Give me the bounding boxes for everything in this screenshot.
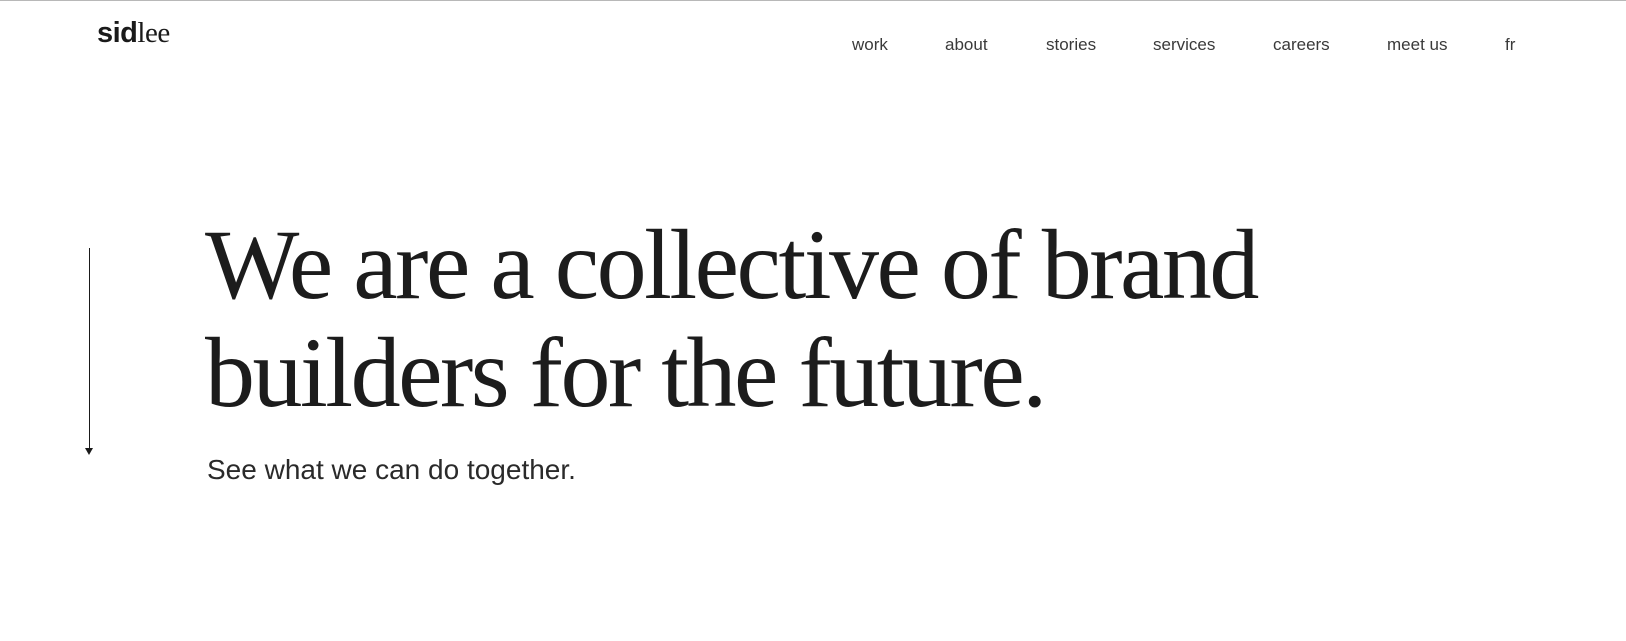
nav-item-work[interactable]: work xyxy=(852,35,888,55)
scroll-indicator-line xyxy=(89,248,90,448)
nav-item-meet-us[interactable]: meet us xyxy=(1387,35,1447,55)
hero-headline: We are a collective of brand builders fo… xyxy=(205,211,1585,427)
hero-subheadline: See what we can do together. xyxy=(207,454,576,485)
nav-item-services[interactable]: services xyxy=(1153,35,1215,55)
hero-headline-line-2: builders for the future. xyxy=(205,317,1047,428)
nav-item-about[interactable]: about xyxy=(945,35,988,55)
main-navigation: work about stories services careers meet… xyxy=(0,1,1626,81)
language-toggle-fr[interactable]: fr xyxy=(1505,35,1515,55)
nav-item-careers[interactable]: careers xyxy=(1273,35,1330,55)
nav-item-stories[interactable]: stories xyxy=(1046,35,1096,55)
hero-headline-line-1: We are a collective of brand xyxy=(205,209,1259,320)
scroll-indicator-arrowhead xyxy=(85,448,93,455)
